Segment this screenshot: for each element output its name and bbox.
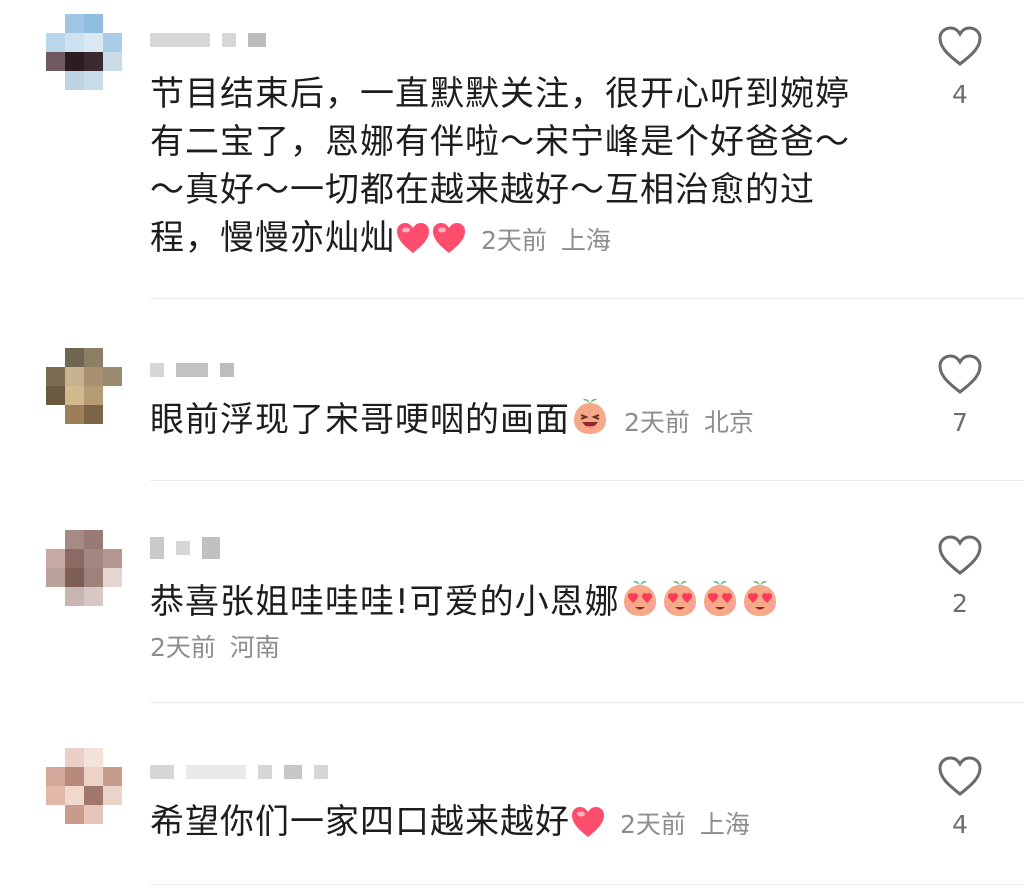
avatar[interactable] <box>46 530 122 606</box>
comment-time: 2天前 <box>481 226 547 255</box>
red-heart-emoji <box>570 804 606 852</box>
like-count: 4 <box>952 80 968 109</box>
comment-text: 恭喜张姐哇哇哇!可爱的小恩娜 <box>150 578 870 632</box>
divider <box>150 702 1024 703</box>
avatar[interactable] <box>46 748 122 824</box>
comment-location: 上海 <box>699 810 750 839</box>
comment-meta: 2天前 上海 <box>481 226 611 255</box>
comment-text-content: 希望你们一家四口越来越好 <box>150 802 570 842</box>
comment-time: 2天前 <box>624 408 690 437</box>
avatar[interactable] <box>46 14 122 90</box>
comment-meta: 2天前 上海 <box>620 810 750 839</box>
heart-eyes-emoji <box>660 579 700 632</box>
heart-outline-icon[interactable] <box>936 754 984 798</box>
comment-location: 上海 <box>560 226 611 255</box>
like-count: 2 <box>952 589 968 618</box>
comment-meta: 2天前 北京 <box>624 408 754 437</box>
heart-eyes-emoji <box>620 579 660 632</box>
red-heart-emoji <box>395 220 431 268</box>
heart-outline-icon[interactable] <box>936 533 984 577</box>
comment-item: 节目结束后，一直默默关注，很开心听到婉婷有二宝了，恩娜有伴啦～宋宁峰是个好爸爸～… <box>0 0 1024 300</box>
heart-eyes-emoji <box>700 579 740 632</box>
like-button[interactable]: 2 <box>932 533 988 618</box>
comment-time: 2天前 <box>620 810 686 839</box>
heart-eyes-emoji <box>740 579 780 632</box>
divider <box>150 884 1024 885</box>
avatar[interactable] <box>46 348 122 424</box>
comment-location: 河南 <box>229 633 280 662</box>
like-count: 7 <box>952 408 968 437</box>
comment-text-content: 恭喜张姐哇哇哇!可爱的小恩娜 <box>150 582 620 622</box>
divider <box>150 298 1024 299</box>
like-count: 4 <box>952 810 968 839</box>
username-blurred[interactable] <box>150 360 234 380</box>
like-button[interactable]: 4 <box>932 754 988 839</box>
username-blurred[interactable] <box>150 762 328 782</box>
comment-location: 北京 <box>703 408 754 437</box>
comment-text: 眼前浮现了宋哥哽咽的画面 2天前 北京 <box>150 396 870 450</box>
comment-text: 节目结束后，一直默默关注，很开心听到婉婷有二宝了，恩娜有伴啦～宋宁峰是个好爸爸～… <box>150 70 870 268</box>
like-button[interactable]: 4 <box>932 24 988 109</box>
like-button[interactable]: 7 <box>932 352 988 437</box>
comment-time: 2天前 <box>150 633 216 662</box>
heart-outline-icon[interactable] <box>936 24 984 68</box>
red-heart-emoji <box>431 220 467 268</box>
comment-text-content: 眼前浮现了宋哥哽咽的画面 <box>150 400 570 440</box>
username-blurred[interactable] <box>150 537 220 559</box>
divider <box>150 480 1024 481</box>
username-blurred[interactable] <box>150 30 266 50</box>
heart-outline-icon[interactable] <box>936 352 984 396</box>
comment-meta: 2天前 河南 <box>150 628 280 664</box>
comment-text: 希望你们一家四口越来越好 2天前 上海 <box>150 798 870 852</box>
laughing-tears-emoji <box>570 397 610 450</box>
